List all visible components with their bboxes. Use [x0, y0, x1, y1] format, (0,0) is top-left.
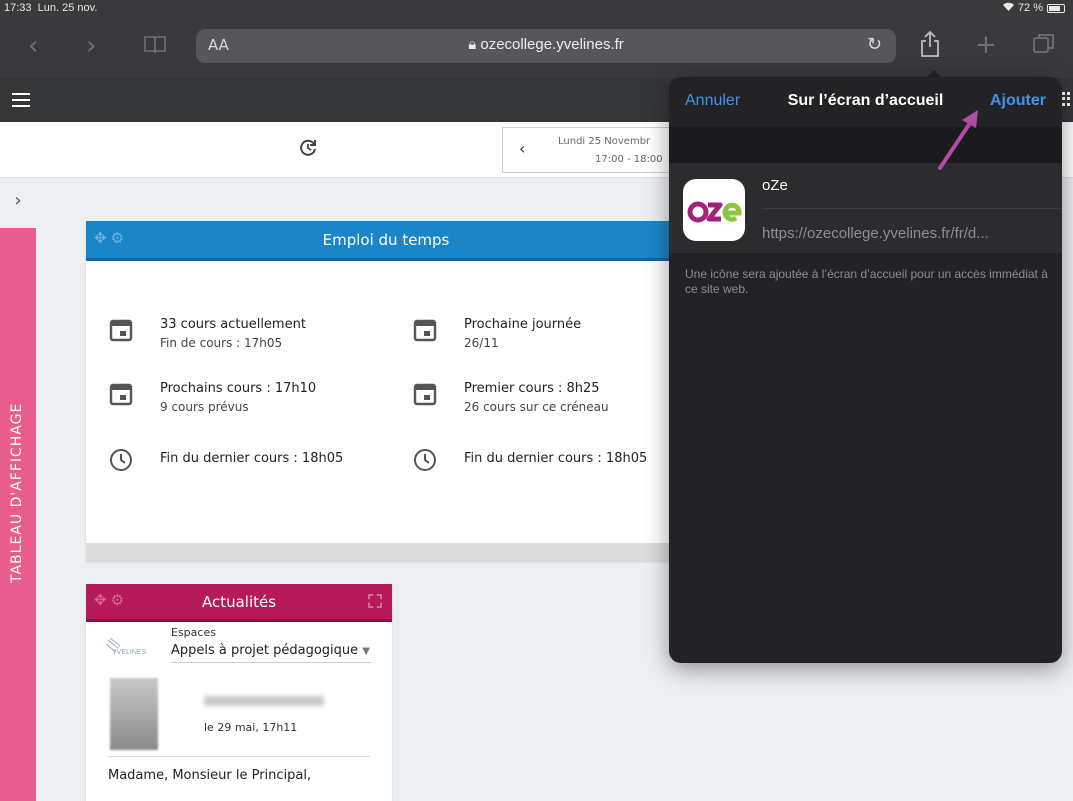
app-name-input[interactable]: oZe: [762, 177, 788, 194]
refresh-clock-icon[interactable]: [298, 138, 318, 163]
previous-day-icon[interactable]: ‹: [519, 139, 525, 158]
forward-icon[interactable]: ›: [86, 33, 96, 59]
move-icon[interactable]: ✥: [94, 593, 107, 608]
time-range-label: 17:00 - 18:00: [595, 154, 663, 165]
shortcut-row: oZe https://ozecollege.yvelines.fr/fr/d.…: [669, 163, 1062, 253]
date-text: Lun. 25 nov.: [37, 2, 98, 14]
wifi-icon: [1002, 2, 1014, 14]
side-tab-label: TABLEAU D'AFFICHAGE: [9, 402, 25, 583]
add-to-home-sheet: Annuler Sur l’écran d’accueil Ajouter oZ…: [669, 77, 1062, 663]
bookmarks-icon[interactable]: [143, 34, 167, 60]
stat-sub: 9 cours prévus: [160, 400, 249, 414]
url-value: ozecollege.yvelines.fr: [480, 36, 624, 53]
news-header: ✥ ⚙ Actualités: [86, 584, 392, 622]
author-name-blurred: [204, 696, 324, 706]
menu-icon[interactable]: [12, 93, 30, 107]
spaces-select[interactable]: Appels à projet pédagogique ▼: [171, 643, 371, 663]
calendar-icon: [413, 383, 437, 406]
sheet-navbar: Annuler Sur l’écran d’accueil Ajouter: [669, 77, 1062, 127]
back-icon[interactable]: ‹: [28, 33, 38, 59]
move-icon[interactable]: ✥: [94, 231, 107, 246]
author-avatar: [110, 678, 158, 750]
clock-icon: [414, 449, 436, 471]
status-right: 72 %: [1002, 2, 1065, 14]
browser-toolbar: ‹ › AA 🔒︎ ozecollege.yvelines.fr ↻ +: [0, 18, 1073, 78]
lock-icon: 🔒︎: [468, 36, 477, 53]
yvelines-logo: YVELINES: [104, 636, 148, 664]
reload-icon[interactable]: ↻: [867, 34, 882, 55]
status-time: 17:33 Lun. 25 nov.: [4, 2, 97, 14]
sheet-hint-text: Une icône sera ajoutée à l’écran d’accue…: [685, 267, 1048, 296]
annotation-arrow-icon: [938, 110, 978, 170]
share-icon[interactable]: [920, 30, 940, 63]
stat-title: Prochains cours : 17h10: [160, 381, 317, 396]
stat-sub: 26/11: [464, 336, 499, 350]
stat-current-courses: 33 cours actuellement Fin de cours : 17h0…: [108, 317, 306, 350]
expand-icon[interactable]: [368, 594, 382, 608]
settings-gear-icon[interactable]: ⚙: [111, 593, 124, 608]
news-widget: ✥ ⚙ Actualités YVELINES Espaces Appels à…: [86, 584, 392, 801]
date-label: Lundi 25 Novembr: [558, 136, 651, 147]
widget-controls: ✥ ⚙: [94, 593, 124, 608]
stat-last-course-end-2: Fin du dernier cours : 18h05: [412, 447, 647, 473]
post-message[interactable]: Madame, Monsieur le Principal,: [108, 768, 311, 783]
stat-title: Fin du dernier cours : 18h05: [464, 451, 648, 466]
time-text: 17:33: [4, 2, 32, 14]
new-tab-icon[interactable]: +: [975, 32, 997, 58]
battery-icon: [1047, 3, 1065, 13]
calendar-icon: [413, 319, 437, 342]
url-text: 🔒︎ ozecollege.yvelines.fr: [196, 36, 896, 53]
stat-next-day: Prochaine journée 26/11: [412, 317, 581, 350]
address-bar[interactable]: AA 🔒︎ ozecollege.yvelines.fr ↻: [196, 29, 896, 63]
timetable-title: Emploi du temps: [322, 231, 450, 249]
sheet-spacer: [669, 127, 1062, 163]
app-url: https://ozecollege.yvelines.fr/fr/d...: [762, 225, 989, 242]
tabs-icon[interactable]: [1032, 32, 1056, 61]
stat-title: Premier cours : 8h25: [464, 381, 600, 396]
display-board-tab[interactable]: TABLEAU D'AFFICHAGE: [0, 228, 36, 801]
stat-first-course: Premier cours : 8h25 26 cours sur ce crén…: [412, 381, 609, 414]
timetable-widget: ✥ ⚙ Emploi du temps 33 cours actuellemen…: [86, 221, 686, 561]
calendar-icon: [109, 319, 133, 342]
oze-app-icon: [683, 179, 745, 241]
stat-last-course-end: Fin du dernier cours : 18h05: [108, 447, 343, 473]
logo-text: YVELINES: [112, 649, 147, 656]
dropdown-caret-icon: ▼: [362, 646, 370, 657]
stat-next-courses: Prochains cours : 17h10 9 cours prévus: [108, 381, 316, 414]
grid-menu-icon[interactable]: [1062, 92, 1072, 106]
status-bar: 17:33 Lun. 25 nov. 72 %: [0, 0, 1073, 18]
battery-percent: 72 %: [1017, 2, 1043, 14]
stat-title: 33 cours actuellement: [160, 317, 306, 332]
add-button[interactable]: Ajouter: [990, 92, 1046, 110]
news-title: Actualités: [201, 593, 277, 611]
settings-gear-icon[interactable]: ⚙: [111, 231, 124, 246]
stat-title: Fin du dernier cours : 18h05: [160, 451, 344, 466]
timetable-header: ✥ ⚙ Emploi du temps: [86, 221, 686, 261]
stat-title: Prochaine journée: [464, 317, 582, 332]
stat-sub: Fin de cours : 17h05: [160, 336, 283, 350]
stat-sub: 26 cours sur ce créneau: [464, 400, 609, 414]
widget-controls: ✥ ⚙: [94, 231, 124, 246]
app-name-field[interactable]: oZe: [762, 163, 1062, 209]
divider: [108, 756, 370, 757]
widget-footer: [86, 543, 686, 561]
spaces-value: Appels à projet pédagogique: [171, 643, 359, 658]
clock-icon: [110, 449, 132, 471]
side-expand-icon[interactable]: ›: [0, 178, 36, 228]
post-date: le 29 mai, 17h11: [204, 721, 298, 734]
calendar-icon: [109, 383, 133, 406]
spaces-label: Espaces: [171, 626, 216, 639]
